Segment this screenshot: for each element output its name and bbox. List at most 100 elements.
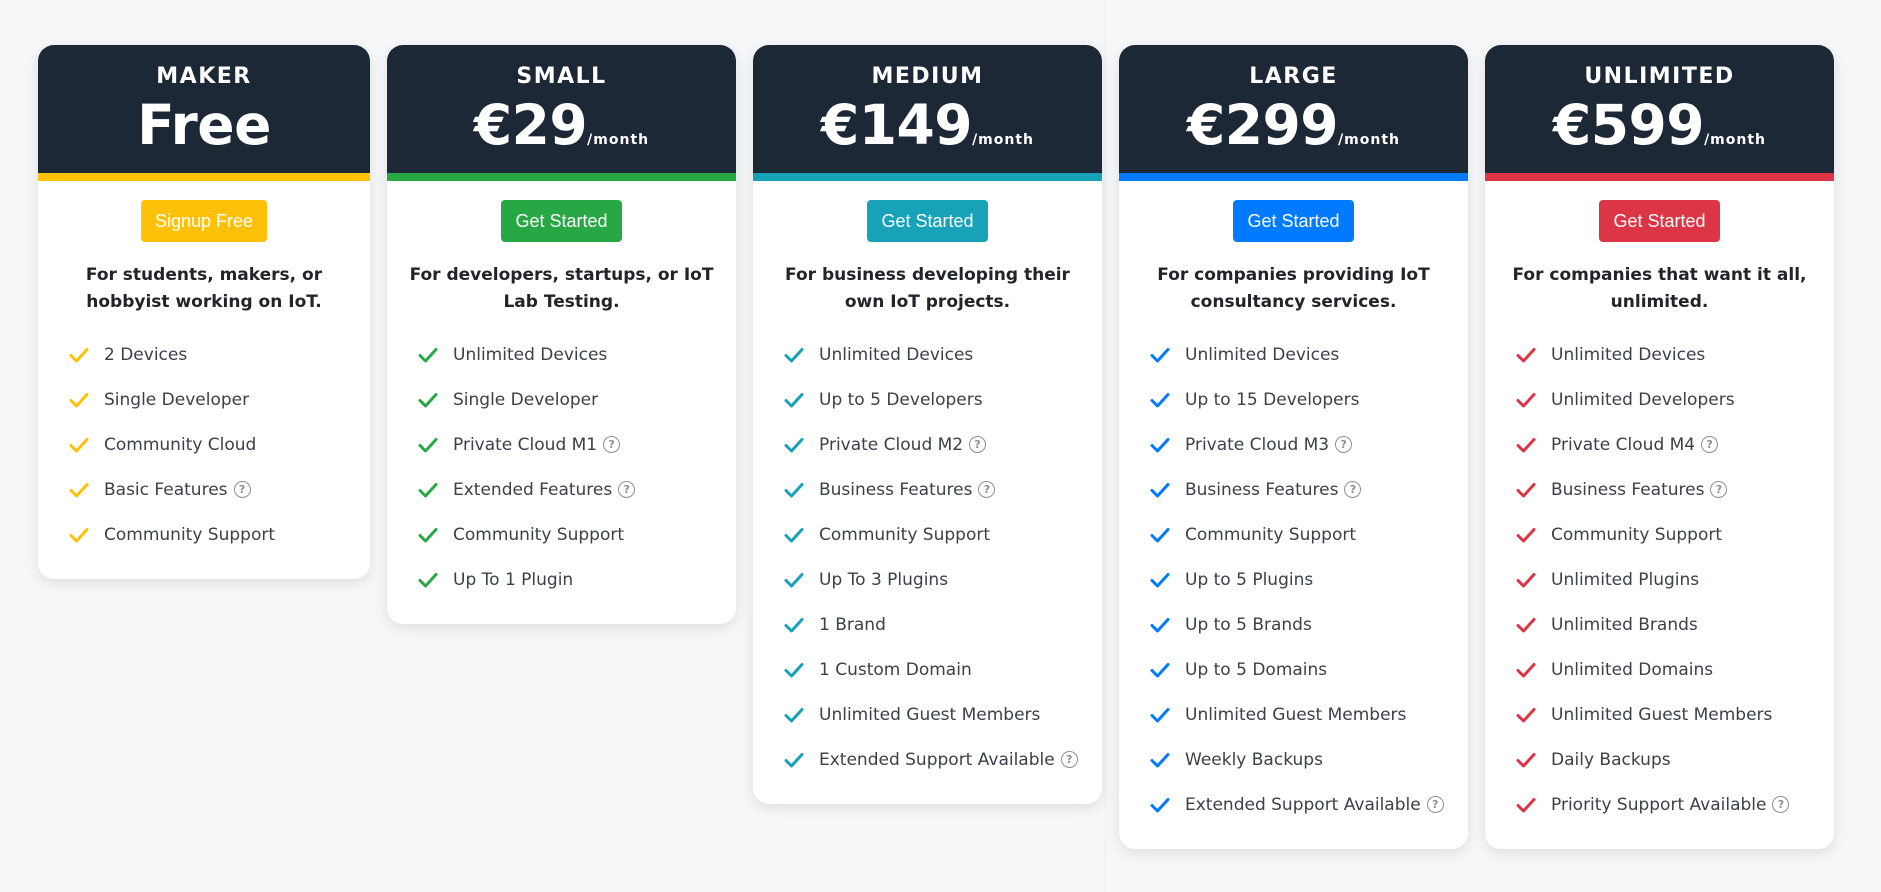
feature-item: Up to 5 Domains [1149,647,1468,692]
feature-item: Community Support [417,512,736,557]
feature-text: Daily Backups [1551,749,1671,770]
plan-price: €299 [1186,93,1339,157]
pricing-plans: MAKER Free Signup Free For students, makers… [38,45,1834,849]
check-icon [1515,389,1537,411]
feature-item: Unlimited Brands [1515,602,1834,647]
check-icon [1149,389,1171,411]
plan-name: MAKER [156,64,252,89]
signup-free-button[interactable]: Signup Free [140,200,268,242]
check-icon [1515,344,1537,366]
plan-header: LARGE €299/month [1119,45,1468,181]
feature-text: 2 Devices [104,344,188,365]
feature-text: Community Support [1551,524,1722,545]
feature-item: Single Developer [68,377,370,422]
check-icon [783,704,805,726]
feature-text: Up To 3 Plugins [819,569,949,590]
get-started-button[interactable]: Get Started [501,200,622,242]
feature-item: Community Support [68,512,370,557]
plan-name: UNLIMITED [1584,64,1735,89]
question-circle-icon[interactable]: ? [1344,481,1362,498]
feature-text: Private Cloud M4 [1551,434,1696,455]
question-circle-icon[interactable]: ? [1772,796,1790,813]
check-icon [1149,569,1171,591]
question-circle-icon[interactable]: ? [233,481,251,498]
feature-text: Unlimited Guest Members [1185,704,1407,725]
plan-price: €29 [473,93,588,157]
feature-text: Unlimited Guest Members [1551,704,1773,725]
feature-text: Up to 5 Domains [1185,659,1328,680]
feature-text: Community Support [1185,524,1356,545]
question-circle-icon[interactable]: ? [603,436,621,453]
feature-item: Up To 1 Plugin [417,557,736,602]
question-circle-icon[interactable]: ? [978,481,996,498]
feature-item: Unlimited Devices [783,332,1102,377]
feature-item: Extended Features? [417,467,736,512]
plan-body: Get Started For developers, startups, or … [387,181,736,602]
feature-item: Priority Support Available? [1515,782,1834,827]
check-icon [1149,344,1171,366]
check-icon [1515,569,1537,591]
question-circle-icon[interactable]: ? [1060,751,1078,768]
feature-text: Extended Support Available [1185,794,1421,815]
feature-item: Weekly Backups [1149,737,1468,782]
feature-text: Up to 5 Brands [1185,614,1312,635]
question-circle-icon[interactable]: ? [969,436,987,453]
feature-text: Unlimited Domains [1551,659,1714,680]
question-circle-icon[interactable]: ? [1710,481,1728,498]
feature-item: Business Features? [783,467,1102,512]
check-icon [783,479,805,501]
check-icon [417,389,439,411]
get-started-button[interactable]: Get Started [1233,200,1354,242]
check-icon [68,434,90,456]
get-started-button[interactable]: Get Started [867,200,988,242]
feature-text: Private Cloud M3 [1185,434,1330,455]
feature-item: Unlimited Devices [1515,332,1834,377]
feature-text: Unlimited Devices [1551,344,1706,365]
feature-text: 1 Custom Domain [819,659,972,680]
check-icon [783,569,805,591]
feature-list: Unlimited Devices Up to 15 Developers Priv… [1119,332,1468,827]
feature-item: Unlimited Devices [417,332,736,377]
plan-description: For companies providing IoT consultancy … [1157,265,1430,312]
check-icon [1515,614,1537,636]
feature-item: Up To 3 Plugins [783,557,1102,602]
check-icon [68,389,90,411]
price-row: Free [38,95,370,170]
feature-text: Community Support [104,524,275,545]
plan-card-medium: MEDIUM €149/month Get Started For business … [753,45,1102,804]
plan-name: MEDIUM [871,64,984,89]
price-period: /month [587,132,650,148]
check-icon [783,749,805,771]
question-circle-icon[interactable]: ? [1701,436,1719,453]
feature-item: Unlimited Guest Members [1149,692,1468,737]
plan-card-maker: MAKER Free Signup Free For students, makers… [38,45,370,579]
plan-header: SMALL €29/month [387,45,736,181]
feature-text: Single Developer [104,389,250,410]
check-icon [783,524,805,546]
question-circle-icon[interactable]: ? [618,481,636,498]
feature-text: Priority Support Available [1551,794,1767,815]
feature-item: Unlimited Devices [1149,332,1468,377]
feature-text: Business Features [1551,479,1705,500]
check-icon [1149,524,1171,546]
plan-price: €149 [820,93,973,157]
feature-text: Basic Features [104,479,228,500]
feature-text: Extended Support Available [819,749,1055,770]
price-row: €299/month [1119,95,1468,170]
question-circle-icon[interactable]: ? [1335,436,1353,453]
check-icon [1149,659,1171,681]
check-icon [417,524,439,546]
feature-text: Up to 5 Plugins [1185,569,1314,590]
feature-text: Community Support [819,524,990,545]
plan-body: Signup Free For students, makers, or hobb… [38,181,370,557]
question-circle-icon[interactable]: ? [1426,796,1444,813]
get-started-button[interactable]: Get Started [1599,200,1720,242]
feature-item: Single Developer [417,377,736,422]
feature-text: Community Cloud [104,434,257,455]
feature-item: Private Cloud M2? [783,422,1102,467]
feature-text: Private Cloud M1 [453,434,598,455]
feature-text: Business Features [819,479,973,500]
check-icon [68,479,90,501]
plan-description: For companies that want it all, unlimite… [1512,265,1807,312]
check-icon [1515,524,1537,546]
